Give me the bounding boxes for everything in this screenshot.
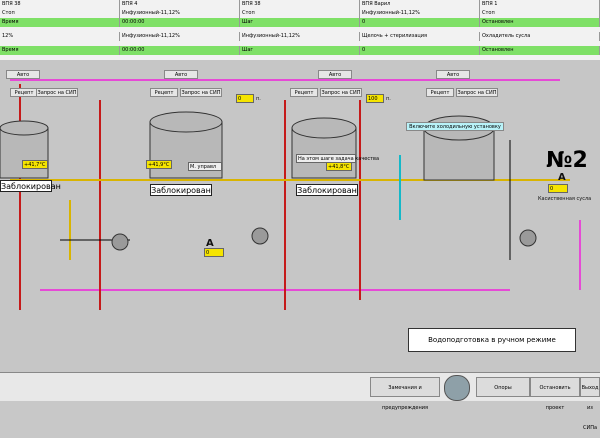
current-value-1: 0 [204, 248, 224, 257]
header-title-row: ВПЯ 38 ВПЯ 4 ВПЯ 38 ВПЯ Варил ВПЯ 1 [0, 0, 600, 9]
cip-request-button-2[interactable]: Запрос на СИП [180, 88, 222, 97]
line-number-label: №2 [546, 148, 588, 173]
time-value-2: 00:00:00 [120, 46, 240, 55]
exit-cip-button[interactable]: Выход из СИПа [580, 377, 600, 431]
header-time-row: Время 00:00:00 Шаг 0 Остановлен [0, 18, 600, 27]
water-treatment-message: Водоподготовка в ручном режиме [408, 328, 576, 352]
header-panel: ВПЯ 38 ВПЯ 4 ВПЯ 38 ВПЯ Варил ВПЯ 1 Стоп… [0, 0, 600, 60]
section-4: Щелочь + стерилизация [360, 32, 480, 41]
state-3: Стоп [480, 9, 600, 18]
volume-value-1: 0 [236, 94, 254, 103]
wort-flow-label: Касиственная сусла [538, 196, 592, 202]
enable-cooling-button[interactable]: Включите холодильную установку [406, 122, 504, 131]
auto-button-4[interactable]: Авто [436, 70, 470, 79]
manual-mode-badge: М. управл [188, 162, 222, 171]
footer-bar: Замечания и предупреждения Опоры Останов… [0, 372, 600, 431]
process-mimic: Авто Рецепт Запрос на СИП Авто Рецепт За… [0, 60, 600, 372]
time-value-1: 00:00:00 [120, 18, 240, 27]
recipe-button-3[interactable]: Рецепт [290, 88, 318, 97]
header-title-5: ВПЯ 1 [480, 0, 600, 9]
recipe-button-2[interactable]: Рецепт [150, 88, 178, 97]
current-label-2: А [558, 172, 566, 183]
volume-value-2: 100 [366, 94, 384, 103]
auto-button-1[interactable]: Авто [6, 70, 40, 79]
header-state-row: Стоп Инфузионный-11,12% Стоп Инфузионный… [0, 9, 600, 18]
quality-task-badge: На этом шаге задача качества [296, 154, 380, 163]
time-label-1: Время [0, 18, 120, 27]
stop-project-button[interactable]: Остановить проект [530, 377, 580, 411]
step-label-1: Шаг [240, 18, 360, 27]
time-label-2: Время [0, 46, 120, 55]
pipework [0, 60, 600, 372]
auto-button-2[interactable]: Авто [164, 70, 198, 79]
section-3: Инфузионный-11,12% [240, 32, 360, 41]
state-2: Стоп [240, 9, 360, 18]
stopped-2: Остановлен [480, 46, 600, 55]
program-2: Инфузионный-11,12% [360, 9, 480, 18]
section-2: Инфузионный-11,12% [120, 32, 240, 41]
header-title-1: ВПЯ 38 [0, 0, 120, 9]
state-1: Стоп [0, 9, 120, 18]
cip-request-button-3[interactable]: Запрос на СИП [320, 88, 362, 97]
header-title-4: ВПЯ Варил [360, 0, 480, 9]
temperature-value-2: +41,9°С [146, 160, 172, 169]
warnings-button[interactable]: Замечания и предупреждения [370, 377, 440, 411]
tank-status-3: Заблокирован [296, 184, 358, 196]
section-1: 12% [0, 32, 120, 41]
current-value-2: 0 [548, 184, 568, 193]
tank-status-1: Заблокирован [0, 180, 61, 192]
recipe-button-4[interactable]: Рецепт [426, 88, 454, 97]
volume-unit-2: п. [386, 96, 391, 102]
supports-button[interactable]: Опоры [476, 377, 530, 397]
program-1: Инфузионный-11,12% [120, 9, 240, 18]
step-label-2: Шаг [240, 46, 360, 55]
tank-status-2: Заблокирован [150, 184, 212, 196]
header-time-row-2: Время 00:00:00 Шаг 0 Остановлен [0, 46, 600, 55]
temperature-value-1: +41,7°С [22, 160, 48, 169]
header-title-2: ВПЯ 4 [120, 0, 240, 9]
header-sections-row: 12% Инфузионный-11,12% Инфузионный-11,12… [0, 32, 600, 41]
cip-request-button-4[interactable]: Запрос на СИП [456, 88, 498, 97]
step-value-2: 0 [360, 46, 480, 55]
volume-unit-1: п. [256, 96, 261, 102]
right-label: Охладитель сусла [480, 32, 600, 41]
cip-request-button-1[interactable]: Запрос на СИП [36, 88, 78, 97]
step-value-1: 0 [360, 18, 480, 27]
clock-icon [444, 375, 470, 401]
stopped-1: Остановлен [480, 18, 600, 27]
header-title-3: ВПЯ 38 [240, 0, 360, 9]
recipe-button-1[interactable]: Рецепт [10, 88, 38, 97]
auto-button-3[interactable]: Авто [318, 70, 352, 79]
